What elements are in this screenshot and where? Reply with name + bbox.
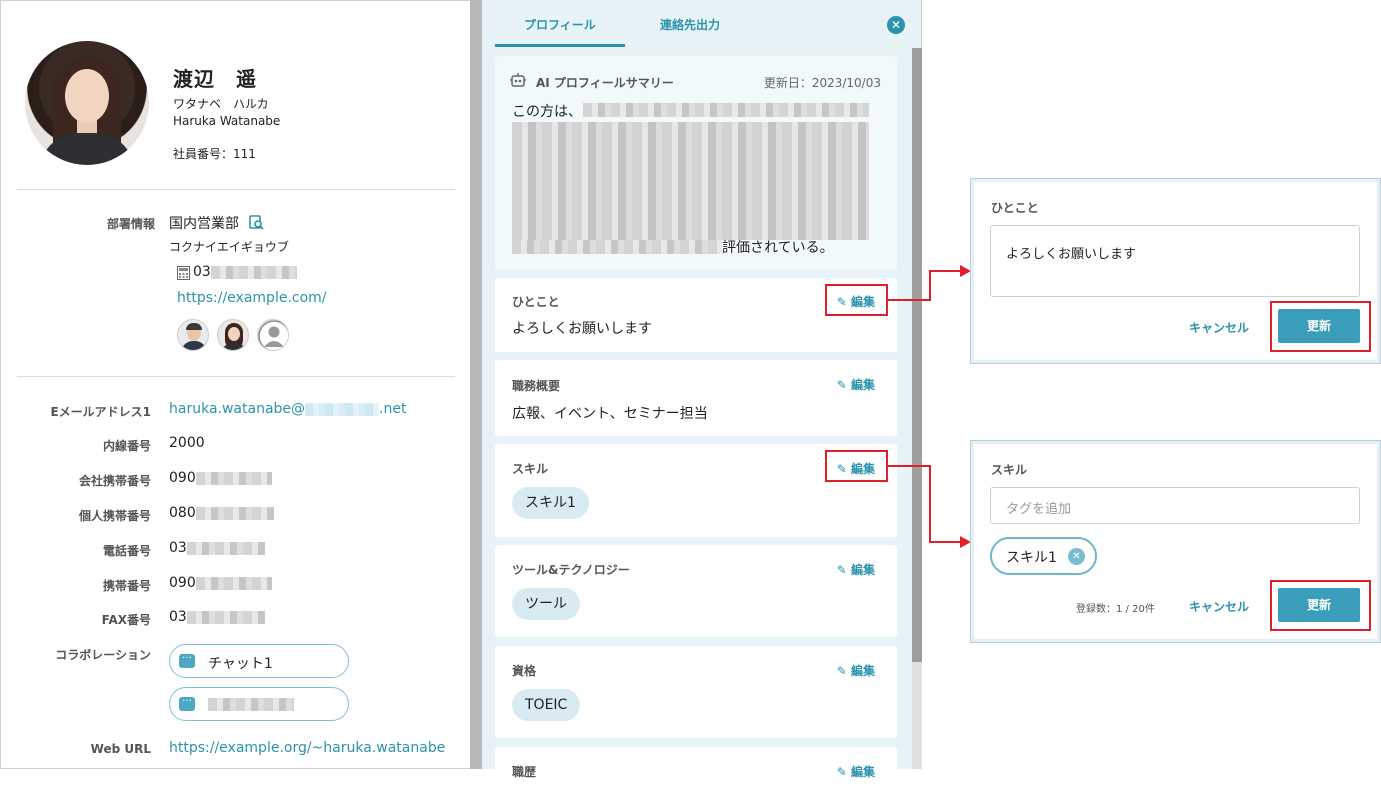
highlight-box: [825, 450, 888, 482]
ai-summary-card: AI プロフィールサマリー 更新日：2023/10/03 この方は、 評価されて…: [495, 56, 897, 270]
weburl-link[interactable]: https://example.org/~haruka.watanabe: [169, 740, 445, 756]
tools-title: ツール&テクノロジー: [512, 563, 630, 577]
person-name: 渡辺 遥: [173, 67, 257, 91]
scrollbar[interactable]: [470, 0, 482, 769]
extension-value: 2000: [169, 435, 205, 451]
highlight-box: [825, 284, 888, 316]
email-label: Eメールアドレス1: [50, 405, 151, 419]
connector-arrow: [929, 465, 931, 543]
hitokoto-textarea[interactable]: よろしくお願いします: [990, 225, 1360, 297]
phone-label: 電話番号: [102, 544, 151, 558]
duties-body: 広報、イベント、セミナー担当: [512, 406, 708, 422]
extension-label: 内線番号: [102, 439, 151, 453]
tab-indicator: [495, 44, 625, 47]
divider: [17, 376, 455, 377]
connector-arrow: [888, 465, 930, 467]
hitokoto-body: よろしくお願いします: [512, 321, 652, 337]
employee-number: 社員番号：111: [173, 147, 256, 161]
dept-phone: 03: [193, 264, 297, 280]
personal-mobile-label: 個人携帯番号: [78, 509, 151, 523]
edit-button[interactable]: ✎ 編集: [837, 763, 875, 780]
fax-label: FAX番号: [101, 613, 151, 627]
popup-skill-title: スキル: [991, 463, 1028, 477]
tool-chip: ツール: [512, 588, 580, 620]
cancel-button[interactable]: キャンセル: [1189, 598, 1249, 615]
duties-title: 職務概要: [512, 379, 561, 393]
scrollbar-thumb[interactable]: [912, 48, 922, 662]
person-roman: Haruka Watanabe: [173, 114, 281, 128]
tab-profile[interactable]: プロフィール: [524, 16, 596, 33]
fax-value: 03: [169, 609, 265, 625]
hitokoto-edit-popup: ひとこと よろしくお願いします キャンセル 更新: [970, 178, 1381, 364]
member-avatar-placeholder[interactable]: [257, 319, 289, 351]
cert-chip: TOEIC: [512, 689, 581, 721]
connector-arrow: [888, 299, 930, 301]
avatar: [25, 41, 149, 165]
tools-card: ツール&テクノロジー ✎ 編集 ツール: [495, 545, 897, 637]
email-link[interactable]: haruka.watanabe@ .net: [169, 401, 406, 417]
company-mobile-value: 090: [169, 470, 272, 486]
duties-card: 職務概要 ✎ 編集 広報、イベント、セミナー担当: [495, 360, 897, 436]
popup-hitokoto-title: ひとこと: [991, 201, 1039, 215]
skill-tag-chip: スキル1 ✕: [990, 537, 1097, 575]
connector-arrow: [929, 270, 931, 301]
divider: [17, 189, 455, 190]
weburl-label: Web URL: [90, 742, 151, 756]
tab-export[interactable]: 連絡先出力: [660, 16, 720, 33]
edit-button[interactable]: ✎ 編集: [837, 561, 875, 578]
ai-summary-title: AI プロフィールサマリー: [536, 76, 674, 90]
phone-icon: [177, 265, 190, 280]
skill-edit-popup: スキル タグを追加 スキル1 ✕ 登録数：1 / 20件 キャンセル 更新: [970, 440, 1381, 643]
cancel-button[interactable]: キャンセル: [1189, 319, 1249, 336]
dept-name: 国内営業部: [169, 216, 239, 232]
ai-updated-date: 更新日：2023/10/03: [763, 76, 881, 90]
scrollbar-track[interactable]: [912, 662, 922, 769]
phone-value: 03: [169, 540, 265, 556]
member-avatar[interactable]: [217, 319, 249, 351]
company-mobile-label: 会社携帯番号: [78, 474, 151, 488]
personal-mobile-value: 080: [169, 505, 274, 521]
search-dept-icon[interactable]: [249, 215, 264, 230]
remove-tag-icon[interactable]: ✕: [1068, 548, 1085, 565]
certs-title: 資格: [512, 664, 537, 678]
ai-summary-intro: この方は、: [512, 104, 582, 120]
dept-url-link[interactable]: https://example.com/: [177, 290, 327, 306]
chat-button[interactable]: チャット1: [169, 644, 349, 678]
tag-count: 登録数：1 / 20件: [1076, 604, 1155, 615]
ai-summary-ending: 評価されている。: [722, 240, 834, 256]
connector-arrow: [929, 270, 961, 272]
chat-icon: [179, 650, 195, 668]
dept-label: 部署情報: [106, 217, 155, 231]
profile-panel: 渡辺 遥 ワタナベ ハルカ Haruka Watanabe 社員番号：111 部…: [0, 0, 470, 769]
redacted-text: [583, 103, 869, 117]
skills-title: スキル: [512, 462, 549, 476]
hitokoto-title: ひとこと: [512, 295, 560, 309]
collab-label: コラボレーション: [55, 648, 151, 662]
robot-icon: [510, 72, 526, 88]
detail-panel: プロフィール 連絡先出力 ✕ AI プロフィールサマリー 更新日：2023/10…: [482, 0, 922, 787]
close-icon[interactable]: ✕: [887, 16, 905, 34]
certs-card: 資格 ✎ 編集 TOEIC: [495, 646, 897, 738]
career-card: 職歴 ✎ 編集: [495, 747, 897, 787]
redacted-text: [512, 122, 869, 240]
skill-chip: スキル1: [512, 487, 589, 519]
dept-kana: コクナイエイギョウブ: [169, 240, 289, 254]
mobile-label: 携帯番号: [102, 579, 151, 593]
career-title: 職歴: [512, 765, 537, 779]
edit-button[interactable]: ✎ 編集: [837, 662, 875, 679]
mobile-value: 090: [169, 575, 272, 591]
chat-button-2[interactable]: [169, 687, 349, 721]
highlight-box: [1270, 301, 1371, 352]
tag-input[interactable]: タグを追加: [990, 487, 1360, 524]
chat-icon: [179, 693, 195, 711]
redacted-text: [512, 240, 722, 254]
connector-arrow: [929, 541, 961, 543]
edit-button[interactable]: ✎ 編集: [837, 376, 875, 393]
member-avatar[interactable]: [177, 319, 209, 351]
person-kana: ワタナベ ハルカ: [173, 97, 269, 111]
highlight-box: [1270, 580, 1371, 631]
